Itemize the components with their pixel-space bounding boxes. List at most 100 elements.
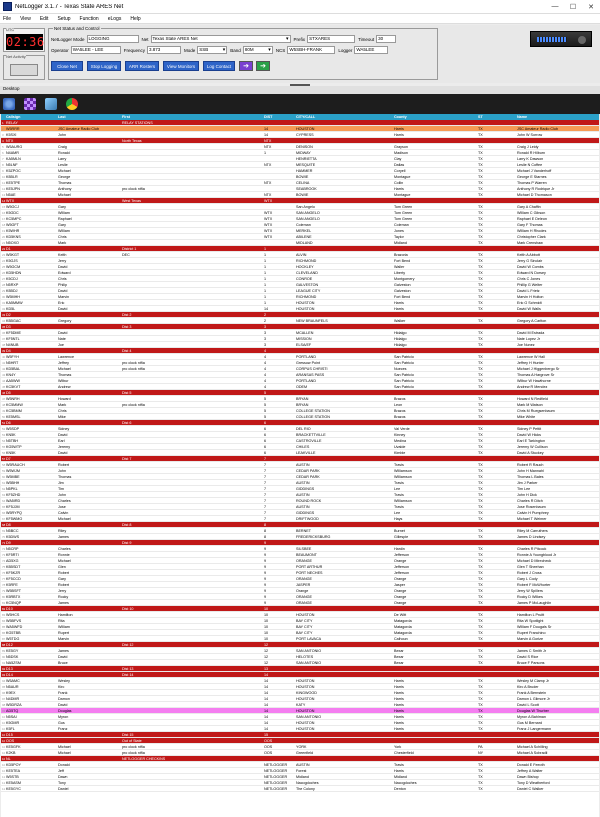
cell-cmt	[121, 228, 263, 233]
cell-dist: 1	[264, 253, 267, 257]
arr-rosters-button[interactable]: ARR Rosters	[125, 61, 159, 71]
mode-label: Mode	[184, 47, 196, 53]
table-row[interactable]: 112KE5GYCDanielNETLOGGERThe ColonyDenton…	[1, 786, 599, 792]
cell-county: Medina	[394, 439, 407, 443]
cell-name: James C Smith Jr	[517, 649, 547, 653]
cell-name: Ronnie A Youngblood Jr	[517, 553, 557, 557]
search-icon[interactable]	[3, 98, 15, 110]
cell-call: N4AMR	[6, 151, 19, 155]
cell-county: Orange	[394, 601, 407, 605]
logger-mode-field[interactable]: LOGGING	[86, 35, 139, 43]
cell-county: Collin	[394, 181, 404, 185]
cell-last: Chris	[58, 409, 67, 413]
cell-name: Chris C Jones	[517, 277, 541, 281]
net-status-label: Net Status and Control	[53, 26, 101, 31]
cell-call: D1	[6, 247, 11, 251]
view-monitors-button[interactable]: View Monitors	[163, 61, 199, 71]
cell-cmt	[121, 180, 263, 185]
net-select[interactable]: Texas State ARES Net	[150, 35, 291, 43]
cell-city: BERNET	[296, 529, 311, 533]
cell-cmt	[121, 150, 263, 155]
arrow-right-green-icon[interactable]: ➔	[256, 61, 270, 71]
cell-last: Robert	[58, 463, 70, 467]
cell-county: Uvalde	[394, 445, 406, 449]
menu-edit[interactable]: Edit	[40, 16, 49, 22]
cell-cmt	[121, 330, 263, 335]
checkered-flag-icon[interactable]	[24, 98, 36, 110]
log-contact-button[interactable]: Log Contact	[203, 61, 235, 71]
cell-st: TX	[478, 439, 483, 443]
cell-st: TX	[478, 469, 483, 473]
frequency-field[interactable]: 3.873	[147, 46, 182, 54]
cell-call: K5GMR	[6, 721, 20, 725]
cell-cmt	[121, 216, 263, 221]
cell-last	[57, 756, 121, 761]
menu-help[interactable]: Help	[130, 16, 140, 22]
cell-county: Matagorda	[394, 619, 412, 623]
cell-last: Thomas	[58, 181, 72, 185]
puzzle-icon[interactable]	[45, 98, 57, 110]
cell-st: TX	[478, 271, 483, 275]
cell-dist: 1	[264, 259, 267, 263]
cell-call: KB5SDT	[6, 565, 21, 569]
arrow-right-icon[interactable]: ➔	[239, 61, 253, 71]
cell-call: K5FL	[6, 727, 15, 731]
cell-last: Chris	[58, 235, 67, 239]
stop-logging-button[interactable]: Stop Logging	[87, 61, 121, 71]
menu-elogs[interactable]: eLogs	[108, 16, 122, 22]
cell-last: David	[58, 265, 68, 269]
ncs-field[interactable]: W5SBH-FRANK	[287, 46, 336, 54]
prefix-field[interactable]: STXARES	[307, 35, 356, 43]
cell-st	[477, 738, 516, 743]
cell-city: AUSTIN	[296, 481, 310, 485]
chrome-icon[interactable]	[66, 98, 78, 110]
mode-select[interactable]: SSB	[197, 46, 228, 54]
maximize-button[interactable]: ☐	[564, 0, 582, 14]
menu-file[interactable]: File	[3, 16, 11, 22]
cell-county: Harris	[394, 715, 404, 719]
menu-view[interactable]: View	[20, 16, 31, 22]
cell-name: William H Rhodes	[517, 229, 547, 233]
checkin-grid: Callsign Last First DIST CITY/CALL Count…	[1, 114, 599, 817]
cell-cmt	[121, 294, 263, 299]
cell-call: KB5LR	[6, 175, 18, 179]
timeout-field[interactable]: 30	[376, 35, 397, 43]
cell-call: N5HRT	[6, 361, 19, 365]
app-icon	[3, 2, 12, 11]
minimize-button[interactable]: —	[546, 0, 564, 14]
cell-st: TX	[478, 577, 483, 581]
cell-cmt	[121, 210, 263, 215]
close-net-button[interactable]: Close Net	[51, 61, 83, 71]
cell-call: N5SAI	[6, 715, 17, 719]
close-button[interactable]: ✕	[582, 0, 600, 14]
band-select[interactable]: 80M	[242, 46, 273, 54]
cell-cmt: North Texas	[122, 139, 142, 143]
cell-call: N5CRP	[6, 547, 19, 551]
cell-dist: 14	[264, 691, 269, 695]
cell-name	[516, 246, 599, 251]
cell-dist: 9	[264, 577, 267, 581]
cell-st: TX	[478, 775, 483, 779]
cell-last: William	[58, 625, 70, 629]
net-activity-button[interactable]	[10, 64, 38, 76]
cell-city: HOUSTON	[296, 727, 315, 731]
net-label: Net	[141, 36, 149, 42]
cell-dist: 14	[264, 307, 269, 311]
cell-name: Robert J Cross	[517, 571, 542, 575]
cell-cmt	[121, 414, 263, 419]
cell-city	[295, 522, 393, 527]
cell-cmt: NETLOGGER CHECKINS	[122, 757, 166, 761]
cell-city: LEAGUE CITY	[296, 289, 321, 293]
desktop-strip: Desktop	[0, 86, 600, 94]
cell-name: David M Estrada	[517, 331, 545, 335]
menu-setup[interactable]: Setup	[57, 16, 70, 22]
menu-function[interactable]: Function	[80, 16, 99, 22]
cell-dist: 1	[264, 271, 267, 275]
cell-city: SEABROOK	[296, 187, 317, 191]
cell-st: TX	[478, 565, 483, 569]
cell-st: TX	[478, 169, 483, 173]
cell-call: KA5MMW	[6, 301, 23, 305]
cell-last: John	[58, 133, 66, 137]
operator-field[interactable]: WA5LEE - LEE	[70, 46, 121, 54]
logger-field[interactable]: WA5LEE	[354, 46, 389, 54]
